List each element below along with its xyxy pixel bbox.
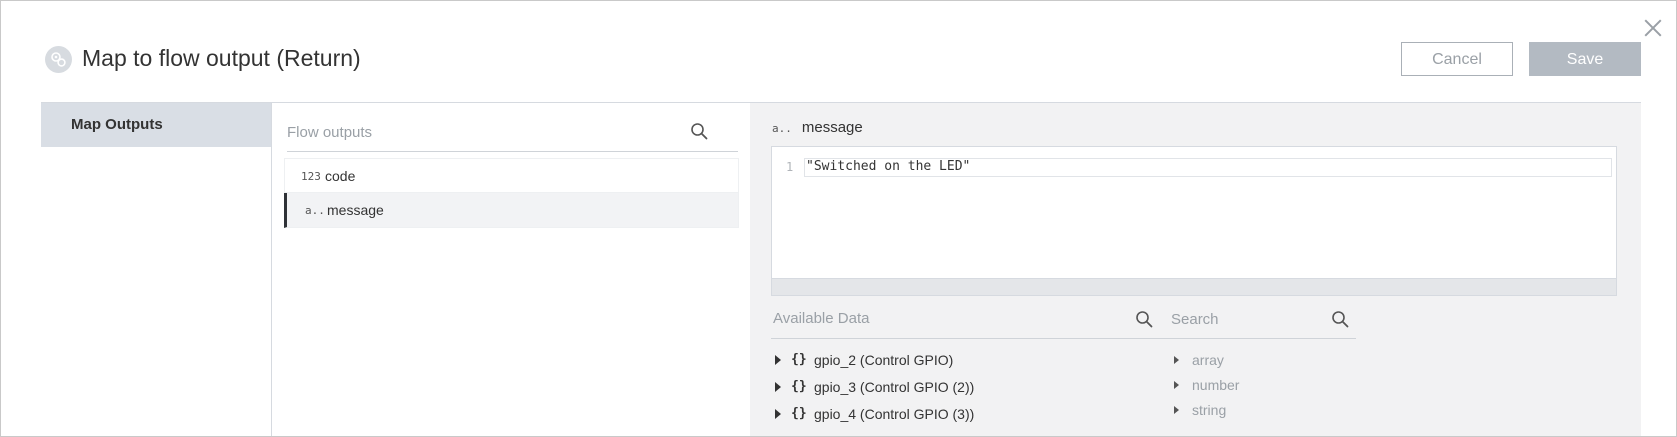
caret-right-icon[interactable] [1174, 406, 1179, 414]
selected-field-title: a.. message [772, 119, 863, 136]
caret-right-icon[interactable] [775, 355, 781, 365]
tree-item-label: gpio_3 (Control GPIO (2)) [814, 379, 975, 395]
tree-item-label: gpio_2 (Control GPIO) [814, 352, 954, 368]
editor-resize-bar[interactable] [772, 278, 1616, 295]
expression-editor[interactable]: 1 "Switched on the LED" [771, 146, 1617, 296]
mapper-dialog: Map to flow output (Return) Cancel Save … [0, 0, 1677, 437]
flow-outputs-search [287, 111, 738, 152]
flow-outputs-search-input[interactable] [287, 121, 697, 143]
function-category-string[interactable]: string [1172, 400, 1352, 425]
flow-outputs-list: 123 code a.. message [284, 158, 739, 228]
close-icon[interactable] [1642, 17, 1664, 39]
tree-item-gpio-2[interactable]: {} gpio_2 (Control GPIO) [773, 350, 1173, 377]
search-icon[interactable] [1135, 310, 1153, 328]
function-category-label: string [1192, 402, 1227, 418]
functions-list: array number string [1172, 350, 1352, 425]
list-item-label: code [325, 168, 356, 184]
search-icon[interactable] [690, 122, 708, 140]
cancel-button[interactable]: Cancel [1401, 42, 1513, 76]
search-icon[interactable] [1331, 310, 1349, 328]
mapping-editor-pane: a.. message 1 "Switched on the LED" Avail… [750, 103, 1641, 436]
caret-right-icon[interactable] [1174, 356, 1179, 364]
dialog-title: Map to flow output (Return) [82, 45, 361, 71]
functions-search [1167, 298, 1356, 339]
selected-field-name: message [801, 119, 863, 136]
object-braces-icon: {} [791, 379, 807, 394]
functions-search-input[interactable] [1171, 308, 1321, 330]
function-category-number[interactable]: number [1172, 375, 1352, 400]
caret-right-icon[interactable] [775, 409, 781, 419]
number-type-icon: 123 [301, 170, 321, 183]
available-data-header: Available Data [771, 298, 1181, 339]
available-data-tree: {} gpio_2 (Control GPIO) {} gpio_3 (Cont… [773, 350, 1173, 431]
list-item-code[interactable]: 123 code [284, 158, 739, 193]
mapper-sidebar: Map Outputs [41, 103, 271, 436]
mapper-panel: Map Outputs 123 code a.. message [41, 102, 1641, 436]
available-data-label: Available Data [773, 310, 870, 327]
object-braces-icon: {} [791, 406, 807, 421]
function-category-array[interactable]: array [1172, 350, 1352, 375]
tree-item-gpio-3[interactable]: {} gpio_3 (Control GPIO (2)) [773, 377, 1173, 404]
expression-code[interactable]: "Switched on the LED" [806, 159, 970, 174]
string-type-icon: a.. [305, 204, 325, 217]
tree-item-gpio-4[interactable]: {} gpio_4 (Control GPIO (3)) [773, 404, 1173, 431]
flow-return-icon [45, 46, 72, 73]
caret-right-icon[interactable] [1174, 381, 1179, 389]
line-number: 1 [786, 160, 794, 174]
caret-right-icon[interactable] [775, 382, 781, 392]
tree-item-label: gpio_4 (Control GPIO (3)) [814, 406, 975, 422]
list-item-message[interactable]: a.. message [284, 193, 739, 228]
object-braces-icon: {} [791, 352, 807, 367]
save-button[interactable]: Save [1529, 42, 1641, 76]
sidebar-item-map-outputs[interactable]: Map Outputs [41, 103, 271, 147]
function-category-label: array [1192, 352, 1224, 368]
string-type-icon: a.. [772, 122, 792, 135]
list-item-label: message [327, 202, 384, 218]
function-category-label: number [1192, 377, 1240, 393]
flow-outputs-pane: 123 code a.. message [271, 103, 751, 436]
